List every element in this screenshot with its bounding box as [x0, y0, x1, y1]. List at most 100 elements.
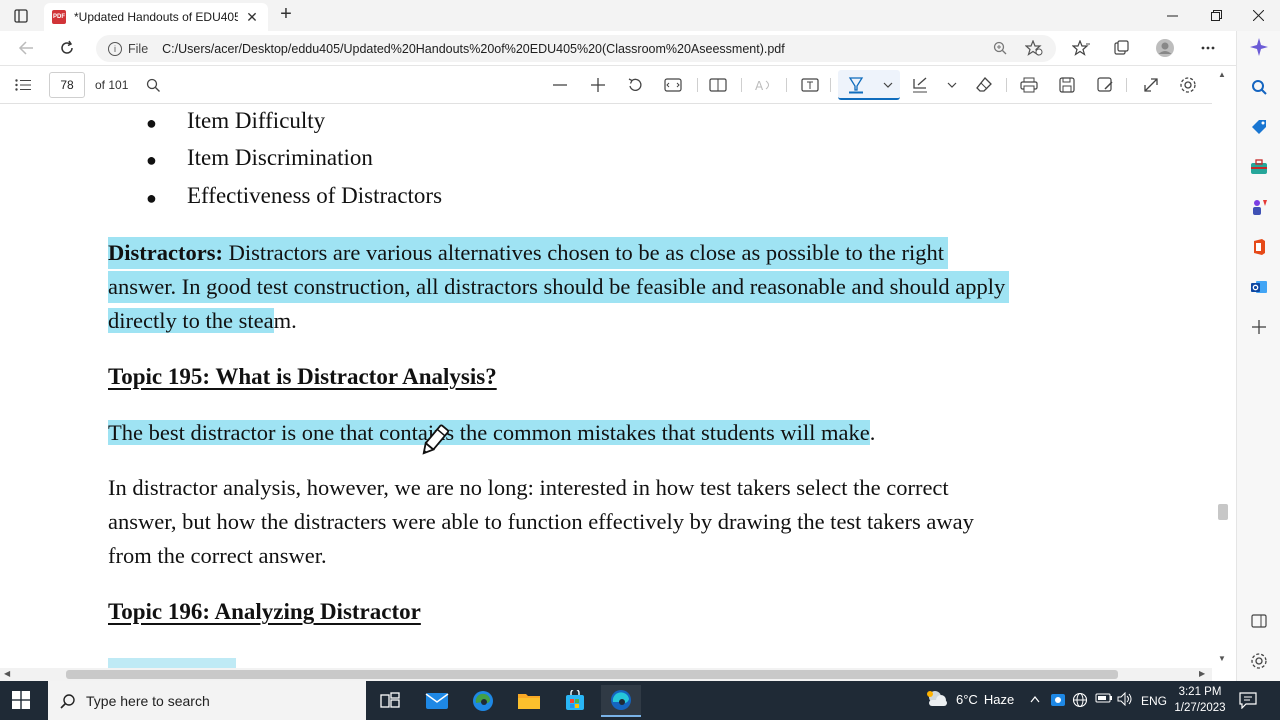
- cropped-highlighted-text: [108, 658, 236, 668]
- toolbar-divider: [697, 78, 698, 92]
- edge-browser-icon[interactable]: [463, 685, 503, 717]
- microsoft-store-icon[interactable]: [555, 685, 595, 717]
- hide-sidebar-icon[interactable]: [1246, 609, 1272, 633]
- taskbar-search-input[interactable]: Type here to search: [48, 681, 366, 720]
- close-tab-icon[interactable]: ✕: [244, 9, 260, 26]
- profile-avatar[interactable]: [1155, 39, 1175, 57]
- new-tab-button[interactable]: +: [276, 4, 296, 26]
- best-distractor-highlighted: The best distractor is one that contains…: [108, 420, 870, 445]
- topic-196-heading: Topic 196: Analyzing Distractor: [108, 599, 421, 624]
- bullet-dot: ●: [146, 113, 157, 133]
- horizontal-scroll-thumb[interactable]: [66, 670, 1118, 679]
- url-text[interactable]: C:/Users/acer/Desktop/eddu405/Updated%20…: [162, 42, 785, 56]
- save-as-icon[interactable]: [1094, 75, 1116, 95]
- sidebar-search-icon[interactable]: [1246, 75, 1272, 99]
- chevron-down-icon[interactable]: [877, 75, 899, 95]
- bullet-item-difficulty: Item Difficulty: [187, 108, 326, 133]
- toolbar-divider: [1126, 78, 1127, 92]
- network-globe-icon[interactable]: [1072, 692, 1088, 711]
- battery-icon[interactable]: [1095, 692, 1113, 707]
- add-sidebar-app-icon[interactable]: [1246, 315, 1272, 339]
- chevron-up-icon[interactable]: [1030, 692, 1040, 706]
- sidebar-settings-icon[interactable]: [1246, 649, 1272, 673]
- file-explorer-icon[interactable]: [509, 685, 549, 717]
- bullet-effectiveness: Effectiveness of Distractors: [187, 183, 443, 208]
- edge-active-app-icon[interactable]: [601, 685, 641, 717]
- read-aloud-icon[interactable]: A: [753, 75, 775, 95]
- back-arrow-icon[interactable]: [14, 37, 38, 59]
- svg-text:A: A: [755, 79, 764, 92]
- zoom-in-icon[interactable]: [587, 75, 609, 95]
- weather-widget[interactable]: 6°C Haze: [924, 689, 1014, 709]
- print-icon[interactable]: [1018, 75, 1040, 95]
- search-icon[interactable]: [142, 75, 164, 95]
- address-file-label: File: [128, 41, 149, 56]
- weather-desc: Haze: [983, 691, 1015, 707]
- fullscreen-icon[interactable]: [1140, 75, 1162, 95]
- language-indicator[interactable]: ENG: [1141, 694, 1167, 708]
- topic-195-heading: Topic 195: What is Distractor Analysis?: [108, 364, 497, 389]
- distractors-definition: Distractors are various alternatives cho…: [222, 240, 944, 265]
- copilot-icon[interactable]: [1246, 35, 1272, 59]
- scroll-down-icon[interactable]: ▼: [1218, 654, 1226, 663]
- minimize-button[interactable]: [1150, 0, 1194, 31]
- highlight-icon[interactable]: [845, 75, 867, 95]
- shopping-tag-icon[interactable]: [1246, 115, 1272, 139]
- windows-taskbar: Type here to search 6°C Haze ENG 3:21 PM…: [0, 681, 1280, 720]
- toolbar-divider: [741, 78, 742, 92]
- more-options-icon[interactable]: [1198, 39, 1218, 57]
- draw-icon[interactable]: [909, 75, 931, 95]
- eraser-icon[interactable]: [973, 75, 995, 95]
- outlook-icon[interactable]: [1246, 275, 1272, 299]
- rotate-icon[interactable]: [624, 75, 646, 95]
- bullet-dot: ●: [146, 150, 157, 170]
- horizontal-scrollbar[interactable]: ◀ ▶: [0, 668, 1212, 681]
- settings-gear-icon[interactable]: [1177, 75, 1199, 95]
- vertical-scrollbar[interactable]: ▲ ▼: [1212, 66, 1236, 668]
- close-window-button[interactable]: [1236, 0, 1280, 31]
- distractors-line-3-highlighted: directly to the stea: [108, 308, 274, 333]
- chevron-down-icon[interactable]: [941, 75, 963, 95]
- page-number-input[interactable]: 78: [49, 72, 85, 98]
- address-bar: i File C:/Users/acer/Desktop/eddu405/Upd…: [0, 31, 1236, 66]
- analysis-line-3: from the correct answer.: [108, 543, 327, 568]
- distractors-line-3-end: m.: [273, 308, 297, 333]
- page-view-icon[interactable]: [707, 75, 729, 95]
- collections-icon[interactable]: [1112, 39, 1132, 57]
- scroll-up-icon[interactable]: ▲: [1218, 70, 1226, 79]
- task-view-icon[interactable]: [370, 685, 410, 717]
- page-total: of 101: [95, 78, 129, 92]
- add-text-icon[interactable]: [799, 75, 821, 95]
- analysis-line-2: answer, but how the distracters were abl…: [108, 509, 974, 534]
- system-clock[interactable]: 3:21 PM 1/27/2023: [1170, 684, 1230, 716]
- vertical-scroll-thumb[interactable]: [1218, 504, 1228, 520]
- favorites-icon[interactable]: [1071, 39, 1091, 57]
- notification-center-icon[interactable]: [1238, 691, 1258, 710]
- games-icon[interactable]: [1246, 195, 1272, 219]
- tab-actions-icon[interactable]: [10, 6, 32, 26]
- fit-to-width-icon[interactable]: [662, 75, 684, 95]
- mail-app-icon[interactable]: [417, 685, 457, 717]
- refresh-icon[interactable]: [55, 37, 79, 59]
- browser-tab[interactable]: PDF *Updated Handouts of EDU405 ( ✕: [44, 3, 268, 31]
- zoom-icon[interactable]: [990, 39, 1010, 57]
- distractors-term: Distractors:: [108, 240, 223, 265]
- volume-icon[interactable]: [1117, 691, 1133, 709]
- pdf-document-page[interactable]: ● Item Difficulty ● Item Discrimination …: [0, 104, 1212, 668]
- scroll-left-icon[interactable]: ◀: [4, 669, 10, 678]
- save-icon[interactable]: [1056, 75, 1078, 95]
- contents-icon[interactable]: [12, 75, 34, 95]
- office-icon[interactable]: [1246, 235, 1272, 259]
- best-distractor-line: The best distractor is one that contains…: [108, 417, 875, 449]
- tools-briefcase-icon[interactable]: [1246, 155, 1272, 179]
- url-field[interactable]: i File C:/Users/acer/Desktop/eddu405/Upd…: [96, 35, 1056, 62]
- distractors-line-1: Distractors: Distractors are various alt…: [108, 237, 948, 269]
- add-favorite-icon[interactable]: [1024, 39, 1044, 57]
- info-icon[interactable]: i: [108, 41, 122, 56]
- windows-start-icon[interactable]: [12, 691, 32, 711]
- meet-now-icon[interactable]: [1050, 692, 1066, 711]
- scroll-right-icon[interactable]: ▶: [1199, 669, 1205, 678]
- zoom-out-icon[interactable]: [549, 75, 571, 95]
- maximize-button[interactable]: [1194, 0, 1238, 31]
- search-icon: [60, 693, 75, 709]
